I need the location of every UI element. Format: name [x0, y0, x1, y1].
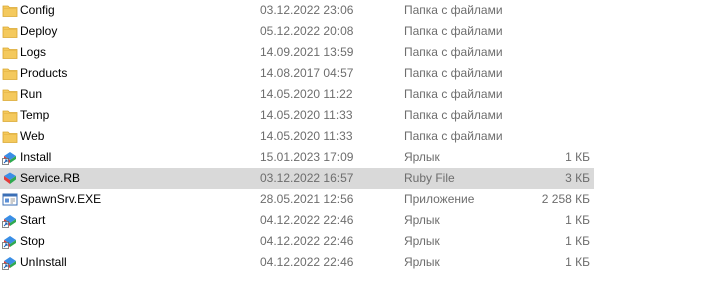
file-date-modified: 03.12.2022 23:06 — [260, 3, 354, 17]
file-date-modified: 03.12.2022 16:57 — [260, 171, 354, 185]
file-icon-cell — [2, 168, 18, 189]
file-icon-cell — [2, 126, 18, 147]
shortcut-icon — [2, 255, 18, 270]
file-size: 3 КБ — [565, 171, 590, 185]
file-name: Deploy — [20, 24, 58, 38]
file-type: Ярлык — [404, 150, 440, 164]
file-icon-cell — [2, 0, 18, 21]
file-size — [500, 105, 590, 126]
file-row[interactable]: Start 04.12.2022 22:46 Ярлык 1 КБ — [0, 210, 594, 231]
file-row[interactable]: Run 14.05.2020 11:22 Папка с файлами — [0, 84, 594, 105]
file-size — [500, 84, 590, 105]
shortcut-icon — [2, 150, 18, 165]
file-row[interactable]: Temp 14.05.2020 11:33 Папка с файлами — [0, 105, 594, 126]
file-row[interactable]: Logs 14.09.2021 13:59 Папка с файлами — [0, 42, 594, 63]
file-size — [500, 126, 590, 147]
file-date-modified: 28.05.2021 12:56 — [260, 192, 354, 206]
file-row[interactable]: Stop 04.12.2022 22:46 Ярлык 1 КБ — [0, 231, 594, 252]
file-date-modified: 15.01.2023 17:09 — [260, 150, 354, 164]
file-name: Install — [20, 150, 52, 164]
file-date-modified: 04.12.2022 22:46 — [260, 255, 354, 269]
file-icon-cell — [2, 21, 18, 42]
file-date-modified: 04.12.2022 22:46 — [260, 234, 354, 248]
file-row[interactable]: Service.RB 03.12.2022 16:57 Ruby File 3 КБ — [0, 168, 594, 189]
folder-icon — [2, 108, 18, 123]
file-type: Папка с файлами — [404, 66, 503, 80]
shortcut-icon — [2, 213, 18, 228]
file-icon-cell — [2, 84, 18, 105]
file-type: Папка с файлами — [404, 87, 503, 101]
file-name: UnInstall — [20, 255, 67, 269]
file-name: Temp — [20, 108, 50, 122]
ruby-file-icon — [2, 171, 18, 186]
file-type: Ruby File — [404, 171, 455, 185]
file-type: Ярлык — [404, 234, 440, 248]
file-icon-cell — [2, 63, 18, 84]
file-row[interactable]: Web 14.05.2020 11:33 Папка с файлами — [0, 126, 594, 147]
folder-icon — [2, 87, 18, 102]
file-name: Service.RB — [20, 171, 81, 185]
file-row[interactable]: Deploy 05.12.2022 20:08 Папка с файлами — [0, 21, 594, 42]
file-row[interactable]: UnInstall 04.12.2022 22:46 Ярлык 1 КБ — [0, 252, 594, 273]
file-size: 1 КБ — [565, 150, 590, 164]
file-name: Start — [20, 213, 46, 227]
file-date-modified: 14.09.2021 13:59 — [260, 45, 354, 59]
file-type: Папка с файлами — [404, 129, 503, 143]
file-row[interactable]: SpawnSrv.EXE 28.05.2021 12:56 Приложение 2 … — [0, 189, 594, 210]
file-type: Ярлык — [404, 255, 440, 269]
folder-icon — [2, 24, 18, 39]
file-type: Папка с файлами — [404, 108, 503, 122]
file-icon-cell — [2, 210, 18, 231]
file-type: Приложение — [404, 192, 475, 206]
folder-icon — [2, 45, 18, 60]
file-name: Products — [20, 66, 68, 80]
file-name: Run — [20, 87, 43, 101]
file-icon-cell — [2, 189, 18, 210]
file-row[interactable]: Install 15.01.2023 17:09 Ярлык 1 КБ — [0, 147, 594, 168]
file-size — [500, 0, 590, 21]
file-icon-cell — [2, 252, 18, 273]
file-size — [500, 21, 590, 42]
shortcut-icon — [2, 234, 18, 249]
file-size: 1 КБ — [565, 234, 590, 248]
file-name: Web — [20, 129, 45, 143]
file-size: 2 258 КБ — [541, 192, 590, 206]
application-icon — [2, 192, 18, 207]
file-date-modified: 14.05.2020 11:22 — [260, 87, 353, 101]
file-date-modified: 14.05.2020 11:33 — [260, 108, 353, 122]
file-size — [500, 42, 590, 63]
file-type: Ярлык — [404, 213, 440, 227]
file-date-modified: 14.08.2017 04:57 — [260, 66, 354, 80]
file-icon-cell — [2, 231, 18, 252]
file-type: Папка с файлами — [404, 24, 503, 38]
file-icon-cell — [2, 147, 18, 168]
file-name: SpawnSrv.EXE — [20, 192, 102, 206]
file-name: Logs — [20, 45, 47, 59]
file-type: Папка с файлами — [404, 45, 503, 59]
file-name: Stop — [20, 234, 45, 248]
folder-icon — [2, 66, 18, 81]
file-date-modified: 05.12.2022 20:08 — [260, 24, 354, 38]
file-icon-cell — [2, 42, 18, 63]
file-icon-cell — [2, 105, 18, 126]
file-size: 1 КБ — [565, 255, 590, 269]
folder-icon — [2, 3, 18, 18]
file-name: Config — [20, 3, 55, 17]
file-type: Папка с файлами — [404, 3, 503, 17]
folder-icon — [2, 129, 18, 144]
file-date-modified: 14.05.2020 11:33 — [260, 129, 353, 143]
file-date-modified: 04.12.2022 22:46 — [260, 213, 354, 227]
file-size — [500, 63, 590, 84]
file-row[interactable]: Config 03.12.2022 23:06 Папка с файлами — [0, 0, 594, 21]
file-row[interactable]: Products 14.08.2017 04:57 Папка с файлами — [0, 63, 594, 84]
file-size: 1 КБ — [565, 213, 590, 227]
